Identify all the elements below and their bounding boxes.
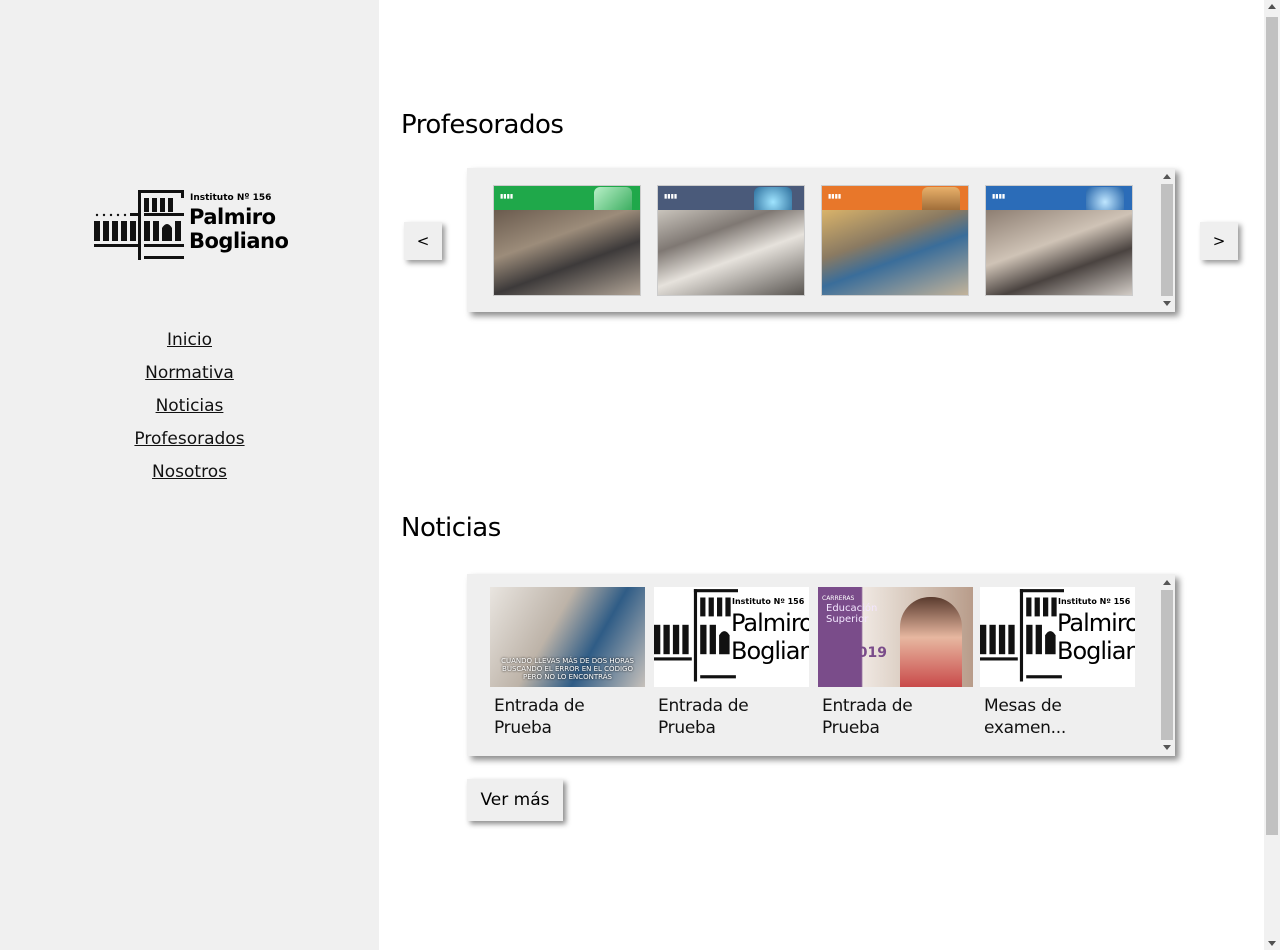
scroll-down-icon[interactable] [1163, 301, 1171, 306]
nav-link-normativa[interactable]: Normativa [0, 357, 379, 390]
profesorados-prev-button[interactable]: < [404, 222, 442, 260]
card-band-logo-icon: ▮▮▮▮ [828, 193, 842, 200]
scroll-up-icon[interactable] [1268, 4, 1276, 9]
news-thumbnail-caption: CUANDO LLEVAS MÁS DE DOS HORAS BUSCANDO … [501, 657, 634, 681]
page-scrollbar[interactable] [1264, 0, 1280, 950]
news-logo-subtitle: Instituto Nº 156 [1058, 597, 1131, 606]
news-title[interactable]: Mesas de examen... [984, 695, 1135, 739]
news-thumbnail: CARRERAS Educación Superior 2019 [818, 587, 973, 687]
nav-link-profesorados[interactable]: Profesorados [0, 423, 379, 456]
noticias-carousel[interactable]: CUANDO LLEVAS MÁS DE DOS HORAS BUSCANDO … [467, 574, 1175, 756]
logo-name-line1: Palmiro [189, 205, 276, 229]
news-card[interactable]: CARRERAS Educación Superior 2019 Entrada… [818, 587, 973, 739]
card-band-logo-icon: ▮▮▮▮ [664, 193, 678, 200]
profesorados-title: Profesorados [401, 110, 564, 140]
news-logo-name: Palmiro Bogliano [731, 609, 809, 665]
news-title[interactable]: Entrada de Prueba [822, 695, 973, 739]
scroll-thumb[interactable] [1161, 590, 1173, 740]
profesorados-carousel[interactable]: ▮▮▮▮ ▮▮▮▮ ▮▮▮▮ ▮▮▮▮ [467, 168, 1175, 312]
card-band-logo-icon: ▮▮▮▮ [500, 193, 514, 200]
logo-name: Palmiro Bogliano [189, 205, 289, 253]
scroll-up-icon[interactable] [1163, 580, 1171, 585]
ver-mas-button[interactable]: Ver más [467, 779, 563, 821]
news-thumbnail: Instituto Nº 156 Palmiro Bogliano [654, 587, 809, 687]
card-photo [822, 210, 968, 295]
main-nav: Inicio Normativa Noticias Profesorados N… [0, 324, 379, 489]
news-logo-name-line2: Bogliano [1057, 637, 1135, 665]
logo-name-line2: Bogliano [189, 229, 289, 253]
promo-title: Educación Superior [826, 603, 877, 625]
news-card[interactable]: Instituto Nº 156 Palmiro Bogliano Mesas … [980, 587, 1135, 739]
page-scroll-thumb[interactable] [1266, 17, 1278, 835]
card-photo [658, 210, 804, 295]
news-card[interactable]: Instituto Nº 156 Palmiro Bogliano Entrad… [654, 587, 809, 739]
card-band-logo-icon: ▮▮▮▮ [992, 193, 1006, 200]
news-thumbnail: Instituto Nº 156 Palmiro Bogliano [980, 587, 1135, 687]
scroll-down-icon[interactable] [1163, 745, 1171, 750]
profesorados-next-button[interactable]: > [1200, 222, 1238, 260]
news-logo-name: Palmiro Bogliano [1057, 609, 1135, 665]
noticias-scrollbar[interactable] [1161, 578, 1173, 752]
news-logo-subtitle: Instituto Nº 156 [732, 597, 805, 606]
institute-logo[interactable]: Instituto Nº 156 Palmiro Bogliano [94, 188, 289, 262]
nav-link-noticias[interactable]: Noticias [0, 390, 379, 423]
scroll-down-icon[interactable] [1268, 941, 1276, 946]
promo-title-line1: Educación [826, 603, 878, 614]
news-logo-name-line1: Palmiro [1057, 609, 1135, 637]
profesorado-card-quimica[interactable]: ▮▮▮▮ [493, 185, 641, 296]
sidebar: Instituto Nº 156 Palmiro Bogliano Inicio… [0, 0, 379, 950]
profesorados-scrollbar[interactable] [1161, 172, 1173, 308]
logo-subtitle: Instituto Nº 156 [190, 193, 272, 203]
nav-link-nosotros[interactable]: Nosotros [0, 456, 379, 489]
promo-small: CARRERAS [822, 595, 855, 602]
nav-link-inicio[interactable]: Inicio [0, 324, 379, 357]
scroll-thumb[interactable] [1161, 184, 1173, 296]
card-photo [494, 210, 640, 295]
news-thumbnail: CUANDO LLEVAS MÁS DE DOS HORAS BUSCANDO … [490, 587, 645, 687]
promo-year: 2019 [848, 645, 887, 661]
card-photo [986, 210, 1132, 295]
profesorado-card-geografia[interactable]: ▮▮▮▮ [985, 185, 1133, 296]
news-logo-name-line2: Bogliano [731, 637, 809, 665]
building-logo-icon [94, 190, 184, 260]
profesorado-card-fisica[interactable]: ▮▮▮▮ [657, 185, 805, 296]
news-title[interactable]: Entrada de Prueba [494, 695, 645, 739]
promo-person [900, 597, 962, 687]
scroll-up-icon[interactable] [1163, 174, 1171, 179]
profesorado-card-historia[interactable]: ▮▮▮▮ [821, 185, 969, 296]
news-title[interactable]: Entrada de Prueba [658, 695, 809, 739]
news-card[interactable]: CUANDO LLEVAS MÁS DE DOS HORAS BUSCANDO … [490, 587, 645, 739]
noticias-title: Noticias [401, 513, 501, 543]
news-logo-name-line1: Palmiro [731, 609, 809, 637]
promo-title-line2: Superior [826, 614, 869, 625]
